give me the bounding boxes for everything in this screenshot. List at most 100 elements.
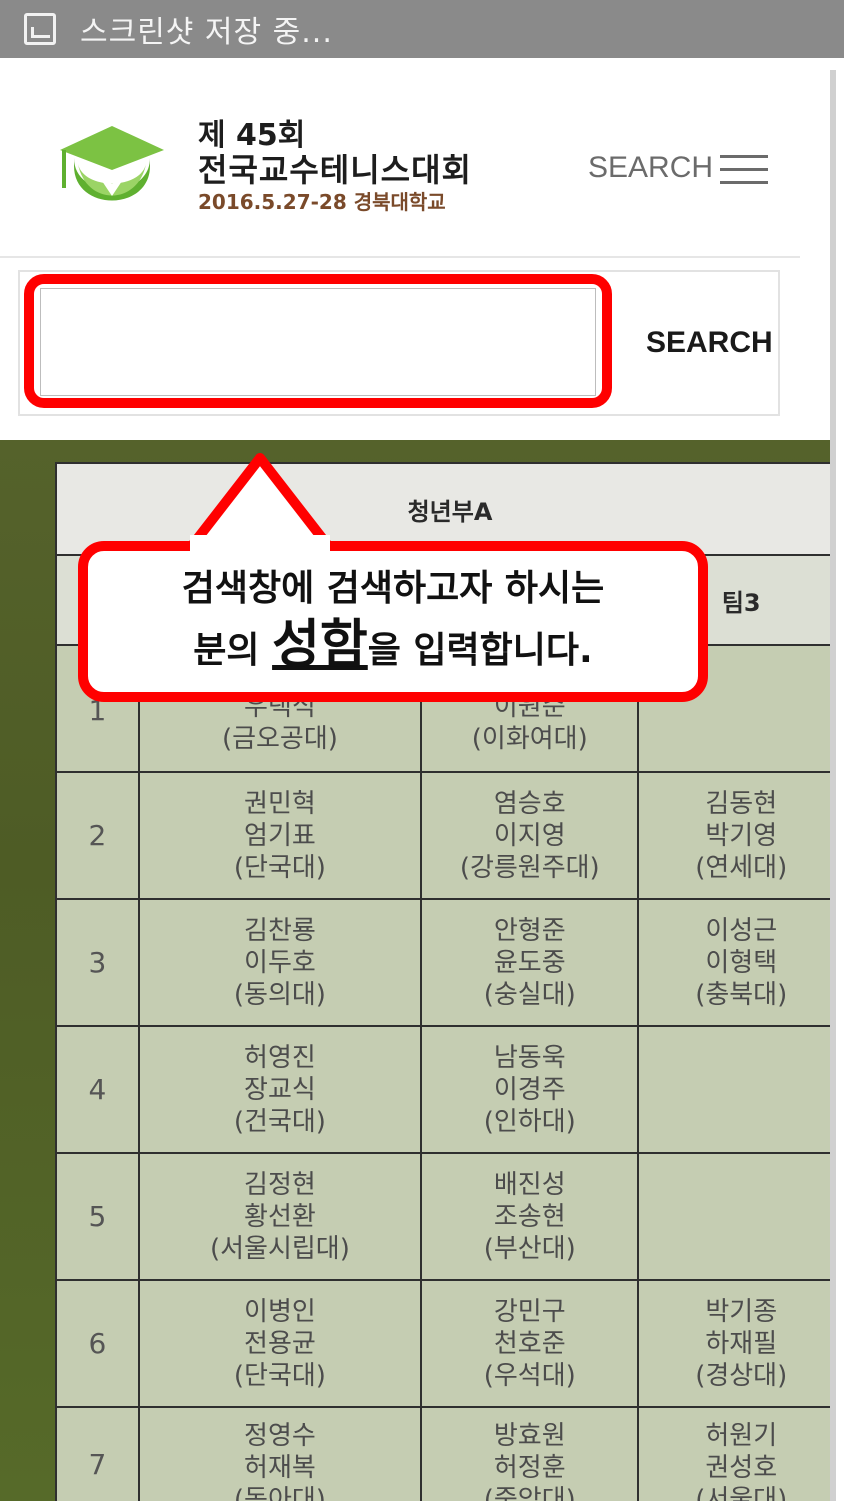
row-number: 3 bbox=[55, 898, 140, 1027]
team-cell: 정영수 허재복 (동아대) bbox=[137, 1406, 423, 1501]
callout-emphasis: 성함 bbox=[272, 615, 368, 675]
status-title: 스크린샷 저장 중... bbox=[80, 15, 333, 50]
team-cell: 이성근 이형택 (충북대) bbox=[637, 898, 830, 1027]
team-cell: 염승호 이지영 (강릉원주대) bbox=[420, 771, 640, 900]
callout-line1: 검색창에 검색하고자 하시는 bbox=[181, 568, 605, 609]
player-name: 허영진 bbox=[244, 1042, 316, 1073]
player-name: 천호준 bbox=[493, 1328, 566, 1359]
table-row: 6 이병인 전용균 (단국대) 강민구 천호준 (우석대) 박기종 하재필 (경… bbox=[55, 1279, 830, 1408]
table-row: 5 김정현 황선환 (서울시립대) 배진성 조송현 (부산대) bbox=[55, 1152, 830, 1281]
player-school: (인하대) bbox=[483, 1106, 576, 1137]
instruction-callout: 검색창에 검색하고자 하시는 분의 성함을 입력합니다. bbox=[78, 541, 708, 702]
player-school: (동의대) bbox=[233, 979, 326, 1010]
player-school: (단국대) bbox=[233, 1360, 326, 1391]
player-school: (금오공대) bbox=[221, 724, 338, 754]
table-row: 3 김찬룡 이두호 (동의대) 안형준 윤도중 (숭실대) 이성근 이형택 (충… bbox=[55, 898, 830, 1027]
team-cell: 이병인 전용균 (단국대) bbox=[137, 1279, 423, 1408]
team-cell: 배진성 조송현 (부산대) bbox=[420, 1152, 640, 1281]
player-name: 김찬룡 bbox=[244, 915, 316, 946]
player-name: 배진성 bbox=[493, 1169, 566, 1200]
player-name: 이형택 bbox=[705, 947, 778, 978]
callout-line2: 분의 성함을 입력합니다. bbox=[88, 613, 698, 683]
row-number: 2 bbox=[55, 771, 140, 900]
team-cell: 강민구 천호준 (우석대) bbox=[420, 1279, 640, 1408]
player-name: 이성근 bbox=[705, 915, 778, 946]
callout-pointer-cover bbox=[190, 535, 330, 551]
player-name: 조송현 bbox=[493, 1201, 566, 1232]
player-name: 박기영 bbox=[705, 820, 778, 851]
team-cell: 김동현 박기영 (연세대) bbox=[637, 771, 830, 900]
team-cell: 권민혁 엄기표 (단국대) bbox=[137, 771, 423, 900]
callout-line2-pre: 분의 bbox=[193, 630, 273, 671]
player-school: (충북대) bbox=[695, 979, 788, 1010]
player-name: 염승호 bbox=[493, 788, 566, 819]
player-school: (경상대) bbox=[695, 1360, 788, 1391]
brand-text[interactable]: 제 45회 전국교수테니스대회 2016.5.27-28 경북대학교 bbox=[198, 120, 472, 216]
brand-date-venue: 2016.5.27-28 경북대학교 bbox=[198, 190, 446, 214]
player-name: 허정훈 bbox=[493, 1453, 566, 1483]
player-name: 권성호 bbox=[705, 1453, 778, 1483]
menu-icon[interactable] bbox=[720, 155, 768, 185]
player-school: (동아대) bbox=[233, 1485, 326, 1501]
row-number: 5 bbox=[55, 1152, 140, 1281]
graduation-cap-logo-icon[interactable] bbox=[56, 120, 168, 220]
header-search-link[interactable]: SEARCH bbox=[588, 151, 713, 185]
player-name: 전용균 bbox=[244, 1328, 316, 1359]
player-name: 방효원 bbox=[493, 1421, 566, 1451]
player-name: 이경주 bbox=[493, 1074, 566, 1105]
player-school: (이화여대) bbox=[471, 724, 588, 754]
player-name: 엄기표 bbox=[244, 820, 316, 851]
player-name: 김정현 bbox=[244, 1169, 316, 1200]
team-cell: 남동욱 이경주 (인하대) bbox=[420, 1025, 640, 1154]
player-name: 김동현 bbox=[705, 788, 778, 819]
team-cell: 안형준 윤도중 (숭실대) bbox=[420, 898, 640, 1027]
team-cell: 허원기 권성호 (서울대) bbox=[637, 1406, 830, 1501]
table-row: 7 정영수 허재복 (동아대) 방효원 허정훈 (중앙대) 허원기 권성호 (서… bbox=[55, 1406, 830, 1501]
team-cell: 방효원 허정훈 (중앙대) bbox=[420, 1406, 640, 1501]
scrollbar[interactable] bbox=[830, 70, 836, 1501]
row-number: 7 bbox=[55, 1406, 140, 1501]
team-cell: 박기종 하재필 (경상대) bbox=[637, 1279, 830, 1408]
player-name: 남동욱 bbox=[493, 1042, 566, 1073]
player-school: (숭실대) bbox=[483, 979, 576, 1010]
team-cell bbox=[637, 1152, 830, 1281]
player-school: (연세대) bbox=[695, 852, 788, 883]
player-school: (중앙대) bbox=[483, 1485, 576, 1501]
site-header: 제 45회 전국교수테니스대회 2016.5.27-28 경북대학교 SEARC… bbox=[0, 58, 830, 258]
player-school: (서울시립대) bbox=[209, 1233, 350, 1264]
table-row: 2 권민혁 엄기표 (단국대) 염승호 이지영 (강릉원주대) 김동현 박기영 … bbox=[55, 771, 830, 900]
player-school: (단국대) bbox=[233, 852, 326, 883]
player-school: (우석대) bbox=[483, 1360, 576, 1391]
table-row: 4 허영진 장교식 (건국대) 남동욱 이경주 (인하대) bbox=[55, 1025, 830, 1154]
image-icon bbox=[24, 13, 56, 45]
team-cell: 김정현 황선환 (서울시립대) bbox=[137, 1152, 423, 1281]
player-school: (건국대) bbox=[233, 1106, 326, 1137]
player-name: 허재복 bbox=[244, 1453, 316, 1483]
player-name: 장교식 bbox=[244, 1074, 316, 1105]
status-bar: 스크린샷 저장 중... bbox=[0, 0, 844, 58]
player-school: (강릉원주대) bbox=[459, 852, 600, 883]
player-name: 박기종 bbox=[705, 1296, 778, 1327]
row-number: 6 bbox=[55, 1279, 140, 1408]
player-school: (서울대) bbox=[695, 1485, 788, 1501]
team-cell bbox=[637, 1025, 830, 1154]
brand-title: 전국교수테니스대회 bbox=[198, 151, 472, 189]
search-input-highlight bbox=[24, 274, 612, 408]
row-number: 4 bbox=[55, 1025, 140, 1154]
player-name: 권민혁 bbox=[244, 788, 316, 819]
player-name: 하재필 bbox=[705, 1328, 778, 1359]
player-school: (부산대) bbox=[483, 1233, 576, 1264]
brand-edition: 제 45회 bbox=[198, 118, 306, 153]
team-cell: 허영진 장교식 (건국대) bbox=[137, 1025, 423, 1154]
player-name: 정영수 bbox=[244, 1421, 316, 1451]
team-cell: 김찬룡 이두호 (동의대) bbox=[137, 898, 423, 1027]
callout-line2-post: 을 입력합니다. bbox=[367, 630, 593, 671]
player-name: 황선환 bbox=[244, 1201, 316, 1232]
search-button[interactable]: SEARCH bbox=[646, 326, 773, 360]
player-name: 윤도중 bbox=[493, 947, 566, 978]
player-name: 강민구 bbox=[493, 1296, 566, 1327]
header-divider bbox=[0, 256, 800, 258]
player-name: 이병인 bbox=[244, 1296, 316, 1327]
player-name: 이두호 bbox=[244, 947, 316, 978]
player-name: 허원기 bbox=[705, 1421, 778, 1451]
